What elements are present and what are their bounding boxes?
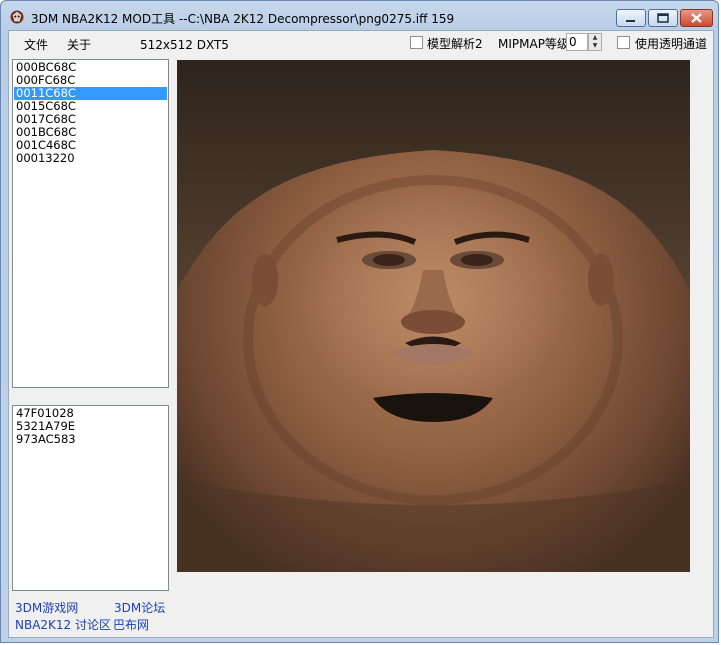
mipmap-label: MIPMAP等级 (498, 37, 569, 51)
use-alpha-label: 使用透明通道 (635, 37, 708, 51)
list-item[interactable]: 973AC583 (14, 433, 167, 446)
list-item[interactable]: 00013220 (14, 152, 167, 165)
use-alpha-checkbox[interactable] (617, 36, 630, 49)
model-parse-checkbox[interactable] (410, 36, 423, 49)
maximize-icon (657, 13, 669, 23)
title-bar[interactable]: 3DM NBA2K12 MOD工具 --C:\NBA 2K12 Decompre… (1, 1, 718, 31)
minimize-button[interactable] (616, 9, 646, 27)
texture-preview (177, 60, 690, 572)
texture-list[interactable]: 000BC68C 000FC68C 0011C68C 0015C68C 0017C68C… (12, 59, 169, 388)
link-3dm-forum[interactable]: 3DM论坛 (114, 599, 165, 616)
client-area: 文件 关于 512x512 DXT5 模型解析2 MIPMAP等级 0 ▲ ▼ … (8, 30, 714, 638)
app-window: 3DM NBA2K12 MOD工具 --C:\NBA 2K12 Decompre… (0, 0, 719, 643)
menu-file[interactable]: 文件 (24, 36, 48, 53)
link-nba2k12-forum[interactable]: NBA2K12 讨论区 (15, 616, 111, 633)
maximize-button[interactable] (648, 9, 678, 27)
app-icon (10, 10, 24, 24)
spin-up-icon[interactable]: ▲ (589, 34, 601, 42)
link-baibu[interactable]: 巴布网 (113, 616, 149, 633)
face-texture-image (177, 60, 690, 572)
spin-down-icon[interactable]: ▼ (589, 42, 601, 50)
mipmap-level-input[interactable]: 0 (566, 33, 588, 51)
close-icon (691, 13, 702, 23)
mipmap-spinner[interactable]: ▲ ▼ (588, 33, 602, 51)
menu-about[interactable]: 关于 (67, 36, 91, 53)
texture-format-label: 512x512 DXT5 (140, 38, 229, 52)
hash-list[interactable]: 47F01028 5321A79E 973AC583 (12, 405, 169, 591)
close-button[interactable] (680, 9, 713, 27)
window-title: 3DM NBA2K12 MOD工具 --C:\NBA 2K12 Decompre… (31, 12, 455, 26)
link-3dm-site[interactable]: 3DM游戏网 (15, 599, 78, 616)
minimize-icon (626, 20, 635, 22)
model-parse-label: 模型解析2 (427, 37, 483, 51)
